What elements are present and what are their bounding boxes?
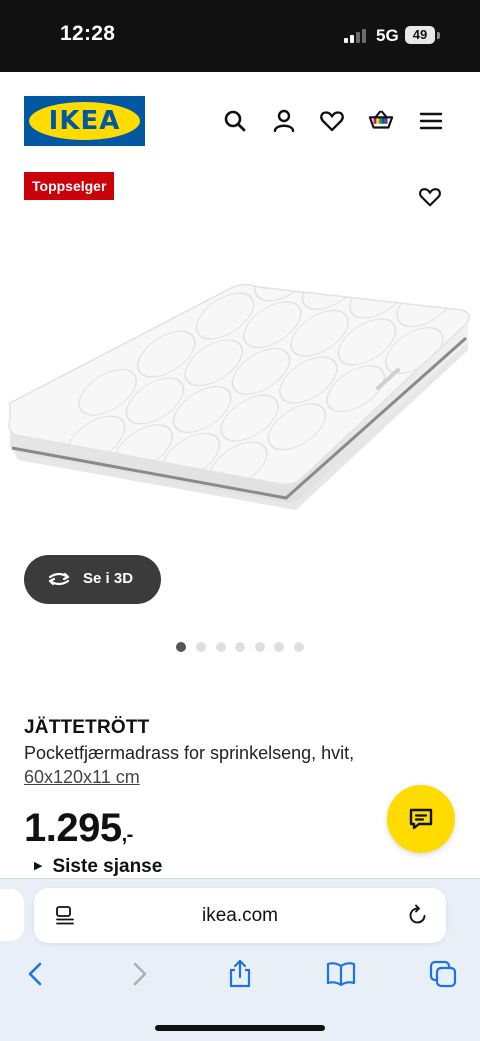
status-bar: 12:28 5G 49 bbox=[0, 0, 480, 72]
product-name: JÄTTETRÖTT bbox=[24, 717, 150, 738]
gallery-dot[interactable] bbox=[294, 642, 304, 652]
gallery-dot[interactable] bbox=[196, 642, 206, 652]
last-chance-expander[interactable]: ▶ Siste sjanse bbox=[34, 856, 162, 878]
view-in-3d-button[interactable]: Se i 3D bbox=[24, 555, 161, 604]
bookmarks-icon[interactable] bbox=[326, 959, 356, 989]
chat-button[interactable] bbox=[387, 785, 455, 853]
home-indicator bbox=[155, 1025, 325, 1031]
gallery-dot[interactable] bbox=[216, 642, 226, 652]
product-description: Pocketfjærmadrass for sprinkelseng, hvit… bbox=[24, 743, 355, 763]
previous-tab-peek[interactable] bbox=[0, 889, 24, 941]
gallery-dot[interactable] bbox=[255, 642, 265, 652]
address-bar[interactable]: ikea.com bbox=[34, 888, 446, 943]
product-dimensions-link[interactable]: 60x120x11 cm bbox=[24, 767, 140, 788]
network-type: 5G bbox=[376, 26, 399, 45]
forward-icon[interactable] bbox=[124, 959, 154, 989]
product-price: 1.295,- bbox=[24, 806, 133, 851]
chat-icon bbox=[409, 808, 433, 830]
ikea-logo[interactable]: IKEA bbox=[24, 96, 145, 146]
account-icon[interactable] bbox=[271, 108, 297, 134]
battery-tip bbox=[437, 32, 440, 39]
logo-text: IKEA bbox=[48, 106, 121, 136]
expand-triangle-icon: ▶ bbox=[34, 860, 43, 872]
bestseller-badge: Toppselger bbox=[24, 172, 115, 200]
menu-icon[interactable] bbox=[418, 108, 444, 134]
reload-icon[interactable] bbox=[407, 904, 429, 926]
last-chance-label: Siste sjanse bbox=[52, 856, 163, 877]
tabs-icon[interactable] bbox=[428, 959, 458, 989]
url-text: ikea.com bbox=[201, 905, 279, 926]
back-icon[interactable] bbox=[21, 959, 51, 989]
price-suffix: ,- bbox=[121, 824, 134, 846]
battery-icon: 49 bbox=[405, 26, 435, 44]
product-image[interactable] bbox=[0, 270, 480, 560]
gallery-dot[interactable] bbox=[176, 642, 186, 652]
browser-toolbar: ikea.com bbox=[0, 878, 480, 1041]
status-time: 12:28 bbox=[60, 22, 116, 45]
view-in-3d-label: Se i 3D bbox=[83, 570, 134, 587]
search-icon[interactable] bbox=[222, 108, 248, 134]
cellular-signal-icon bbox=[344, 29, 368, 43]
gallery-dot[interactable] bbox=[274, 642, 284, 652]
site-header: IKEA bbox=[0, 72, 480, 172]
gallery-dot[interactable] bbox=[235, 642, 245, 652]
cart-icon[interactable] bbox=[368, 108, 394, 134]
favorite-heart-icon[interactable] bbox=[418, 185, 442, 209]
price-amount: 1.295 bbox=[24, 806, 122, 850]
heart-icon[interactable] bbox=[319, 108, 345, 134]
share-icon[interactable] bbox=[225, 959, 255, 989]
rotate-3d-icon bbox=[48, 572, 70, 586]
